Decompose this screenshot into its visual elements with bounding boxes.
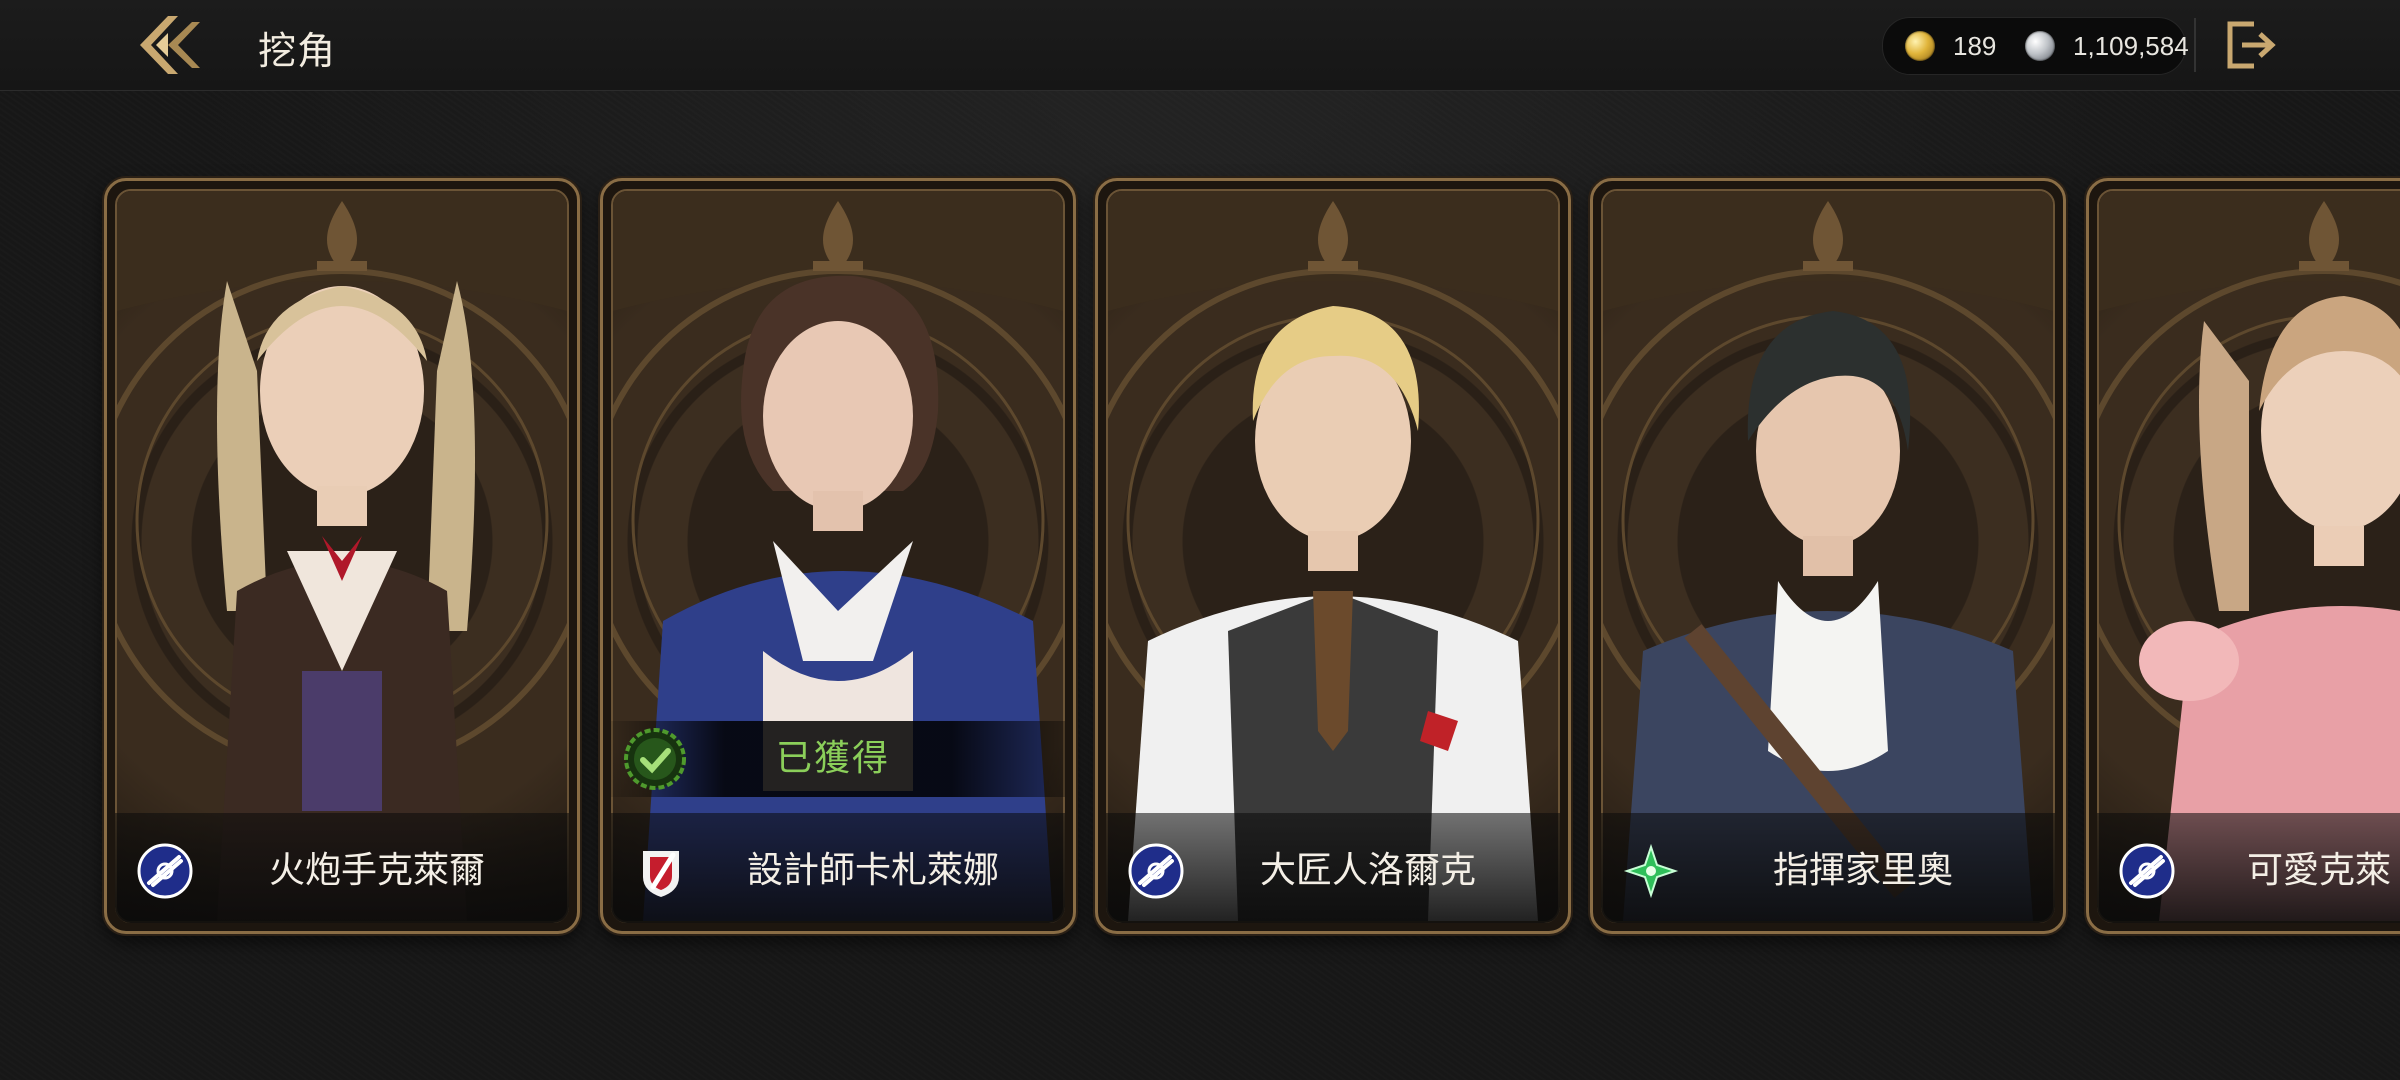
check-badge-icon	[624, 728, 686, 790]
character-name: 大匠人洛爾克	[1259, 850, 1476, 891]
portrait-conductor-leo	[1623, 311, 2033, 921]
exit-icon	[2227, 21, 2276, 69]
silver-amount: 1,109,584	[2073, 30, 2189, 61]
top-bar: 挖角 189 1,109,584	[0, 0, 2400, 91]
portrait-gunner-claire	[217, 281, 475, 921]
gold-coin-icon	[1905, 31, 1935, 61]
gunner-class-icon	[2119, 843, 2175, 899]
portrait-cute-claire	[2139, 296, 2400, 921]
recruit-screen: 挖角 189 1,109,584 火炮手克萊爾 已獲得 設計師卡札萊娜 大匠人洛…	[0, 0, 2400, 1080]
gunner-class-icon	[1128, 843, 1184, 899]
obtained-banner: 已獲得	[611, 721, 1065, 797]
name-plate: 設計師卡札萊娜	[611, 813, 1065, 923]
gunner-class-icon	[137, 843, 193, 899]
name-plate: 火炮手克萊爾	[115, 813, 569, 923]
character-name: 指揮家里奧	[1772, 850, 1953, 891]
silver-coin-icon	[2025, 31, 2055, 61]
silver-currency: 1,109,584	[2025, 18, 2189, 74]
portrait-craftsman-lork	[1128, 306, 1538, 921]
portrait-designer-kazalena	[643, 275, 1053, 921]
name-plate: 指揮家里奧	[1601, 813, 2055, 923]
obtained-label: 已獲得	[776, 738, 891, 779]
character-card[interactable]: 可愛克萊	[2086, 178, 2400, 934]
name-plate: 大匠人洛爾克	[1106, 813, 1560, 923]
commander-class-icon	[1623, 843, 1679, 899]
character-name: 設計師卡札萊娜	[746, 850, 999, 891]
exit-button[interactable]	[2220, 16, 2280, 74]
back-button[interactable]	[134, 10, 208, 80]
page-title: 挖角	[258, 29, 337, 73]
character-card[interactable]: 火炮手克萊爾	[104, 178, 580, 934]
name-plate: 可愛克萊	[2097, 813, 2400, 923]
character-name: 可愛克萊	[2247, 850, 2392, 891]
currency-bar: 189 1,109,584	[1882, 17, 2189, 75]
double-chevron-left-icon	[140, 16, 200, 74]
character-card[interactable]: 大匠人洛爾克	[1095, 178, 1571, 934]
character-card[interactable]: 已獲得 設計師卡札萊娜	[600, 178, 1076, 934]
character-name: 火炮手克萊爾	[268, 850, 485, 891]
gold-amount: 189	[1953, 30, 1997, 61]
designer-class-icon	[643, 851, 679, 897]
gold-currency: 189	[1905, 18, 1996, 74]
character-card[interactable]: 指揮家里奧	[1590, 178, 2066, 934]
header-divider	[2194, 18, 2196, 72]
